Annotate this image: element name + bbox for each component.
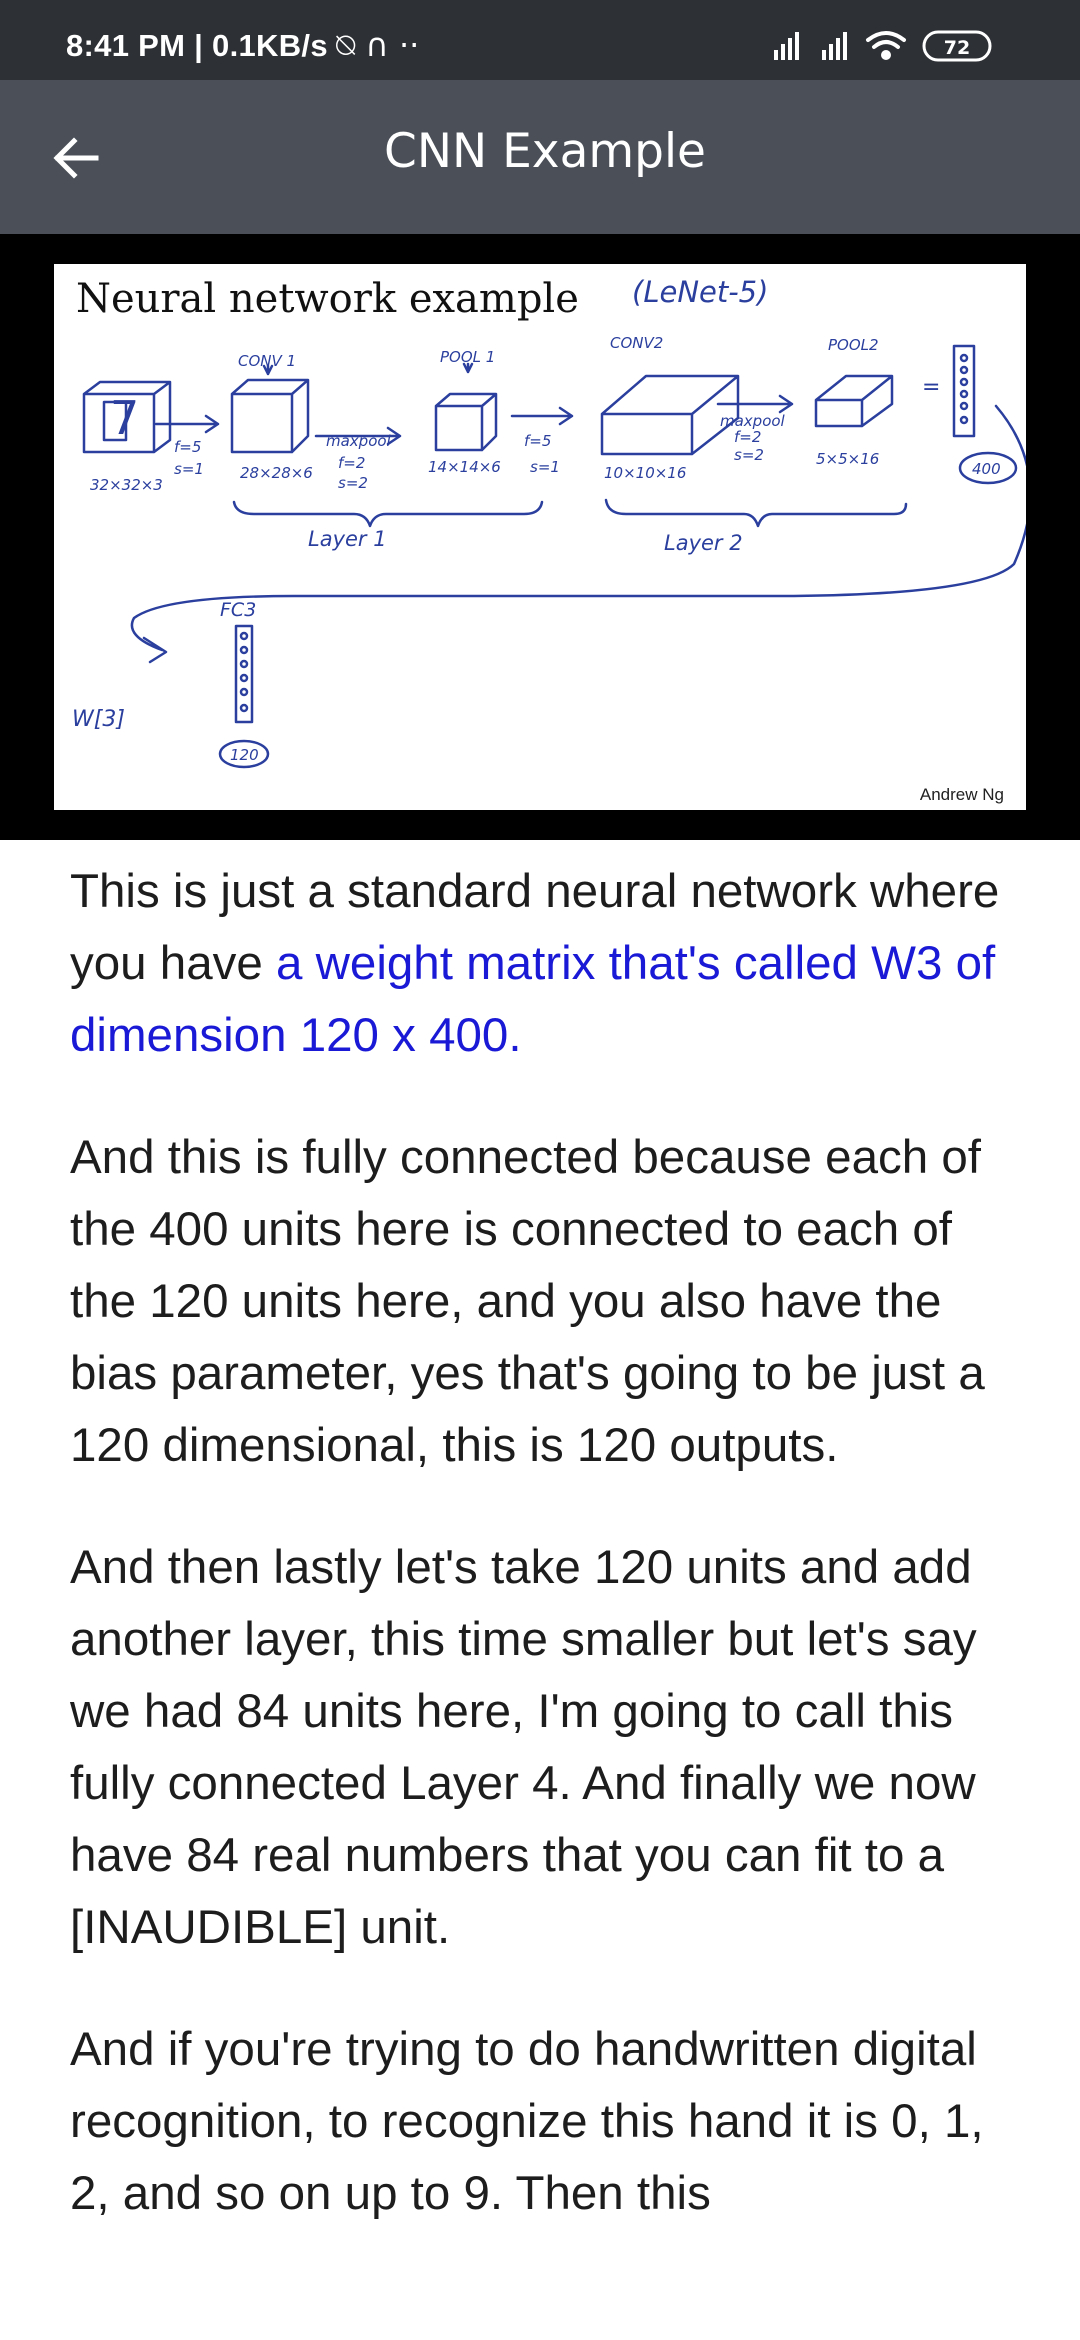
conv2-dims: 10×10×16 <box>604 464 686 482</box>
slide-credit: Andrew Ng <box>920 785 1004 804</box>
slide-subtitle: (LeNet-5) <box>632 275 768 309</box>
conv1-dims: 28×28×6 <box>240 464 313 482</box>
conv2-filter: f=5 <box>524 432 551 450</box>
transcript-paragraph: And if you're trying to do handwritten d… <box>70 2023 984 2220</box>
status-icons: 72 <box>774 30 992 62</box>
lecture-slide: Neural network example (LeNet-5) 7 32×32… <box>54 264 1026 810</box>
pool1-label: POOL 1 <box>440 348 495 366</box>
app-bar: CNN Example <box>0 80 1080 234</box>
fc3-label: FC3 <box>220 599 256 621</box>
pool2-dims: 5×5×16 <box>816 450 879 468</box>
conv1-stride: s=1 <box>174 460 204 478</box>
maxpool1-stride: s=2 <box>338 474 368 492</box>
layer1-brace <box>232 500 544 528</box>
maxpool2-stride: s=2 <box>734 446 764 464</box>
units-400-label: 400 <box>972 460 1001 478</box>
transcript-paragraph: And this is fully connected because each… <box>70 1131 985 1472</box>
transcript: This is just a standard neural network w… <box>70 856 1020 2280</box>
page-title: CNN Example <box>384 124 706 179</box>
battery-level: 72 <box>944 37 970 59</box>
wifi-icon <box>866 31 906 60</box>
layer2-label: Layer 2 <box>664 531 743 555</box>
pool1-volume-shape <box>434 392 498 452</box>
signal-icon <box>822 32 847 60</box>
maxpool2-filter: f=2 <box>734 428 761 446</box>
flow-arrow <box>130 404 1026 664</box>
units-120-label: 120 <box>230 746 259 764</box>
maxpool1-label: maxpool <box>326 432 392 450</box>
battery-icon: 72 <box>922 30 992 62</box>
conv1-label: CONV 1 <box>238 352 296 370</box>
layer2-brace <box>604 498 908 528</box>
lenet-diagram: Neural network example (LeNet-5) 7 32×32… <box>72 275 1026 804</box>
notification-icons: ⍉ ∩ ·· <box>336 26 420 64</box>
slide-title: Neural network example <box>76 276 579 322</box>
w3-label: W[3] <box>72 707 125 732</box>
conv1-filter: f=5 <box>174 438 201 456</box>
signal-icon <box>774 32 799 60</box>
pool1-dims: 14×14×6 <box>428 458 501 476</box>
maxpool1-filter: f=2 <box>338 454 365 472</box>
conv2-label: CONV2 <box>610 334 663 352</box>
pool2-volume-shape <box>814 374 894 428</box>
conv2-volume-shape <box>600 374 740 456</box>
transcript-paragraph: This is just a standard neural network w… <box>70 856 1020 1072</box>
input-digit: 7 <box>110 391 139 445</box>
equals-sign: = <box>922 375 940 400</box>
status-time: 8:41 PM | 0.1KB/s <box>66 28 328 63</box>
status-bar: 8:41 PM | 0.1KB/s ⍉ ∩ ·· 72 <box>0 0 1080 80</box>
conv2-stride: s=1 <box>530 458 560 476</box>
conv1-volume-shape <box>230 378 310 454</box>
layer1-label: Layer 1 <box>308 527 387 551</box>
input-dims: 32×32×3 <box>90 476 163 494</box>
slide-container: Neural network example (LeNet-5) 7 32×32… <box>0 234 1080 840</box>
transcript-paragraph: And then lastly let's take 120 units and… <box>70 1541 977 1954</box>
pool2-label: POOL2 <box>828 336 879 354</box>
